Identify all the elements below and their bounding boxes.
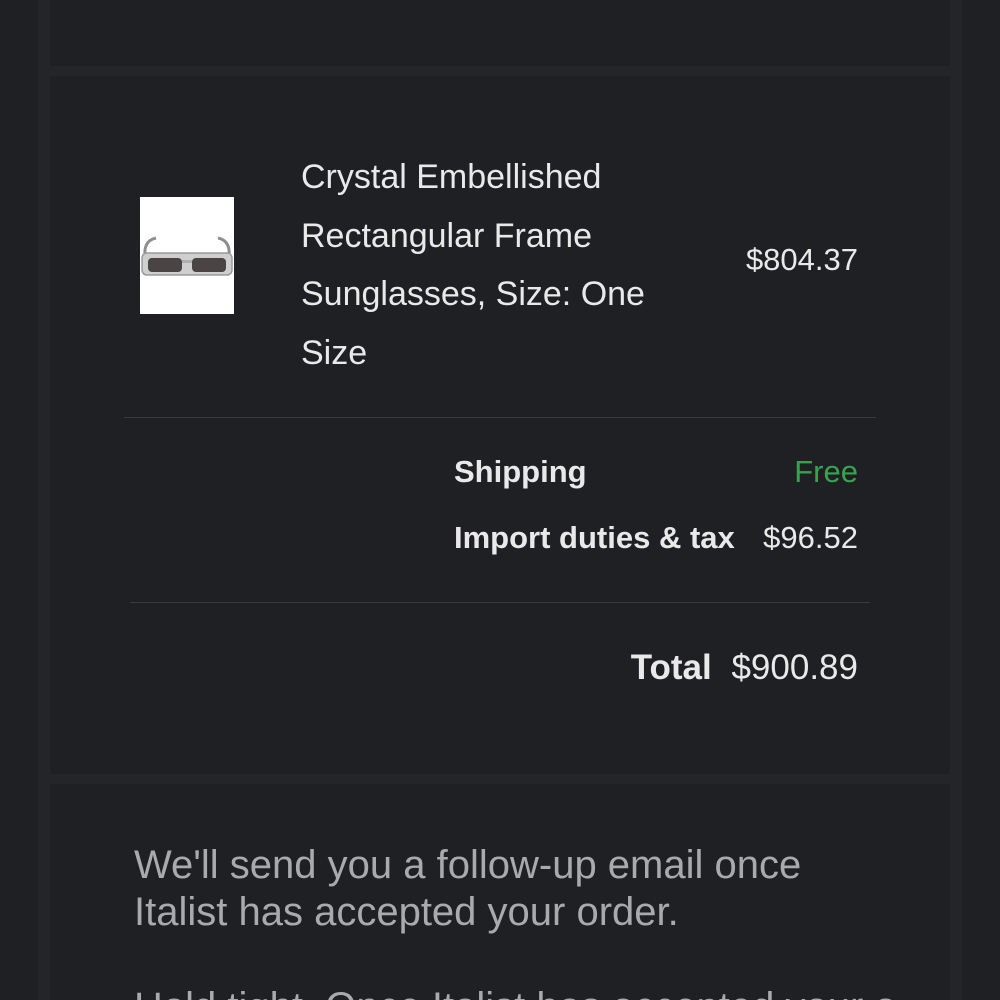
order-summary-card: Crystal Embellished Rectangular Frame Su… [50,76,950,774]
sunglasses-icon [141,236,233,276]
product-name[interactable]: Crystal Embellished Rectangular Frame Su… [301,148,701,382]
shipping-value: Free [794,454,858,489]
import-duties-value: $96.52 [763,520,858,555]
product-price: $804.37 [745,242,858,277]
total-value: $900.89 [731,648,858,687]
product-image[interactable] [140,197,234,314]
total-label: Total [630,648,712,687]
previous-section-card [50,0,950,66]
right-margin [962,0,1000,1000]
divider [130,602,870,603]
follow-up-message: We'll send you a follow-up email once It… [134,843,802,934]
follow-up-note-card: We'll send you a follow-up email once It… [50,784,950,1000]
import-duties-label: Import duties & tax [454,520,735,555]
total-row: Total $900.89 [631,648,858,688]
order-confirmation-page: Crystal Embellished Rectangular Frame Su… [0,0,1000,1000]
left-margin [0,0,38,1000]
shipping-label: Shipping [454,454,587,489]
partial-message-line: Hold tight. Once Italist has accepted yo… [134,984,894,1000]
divider [124,417,876,418]
